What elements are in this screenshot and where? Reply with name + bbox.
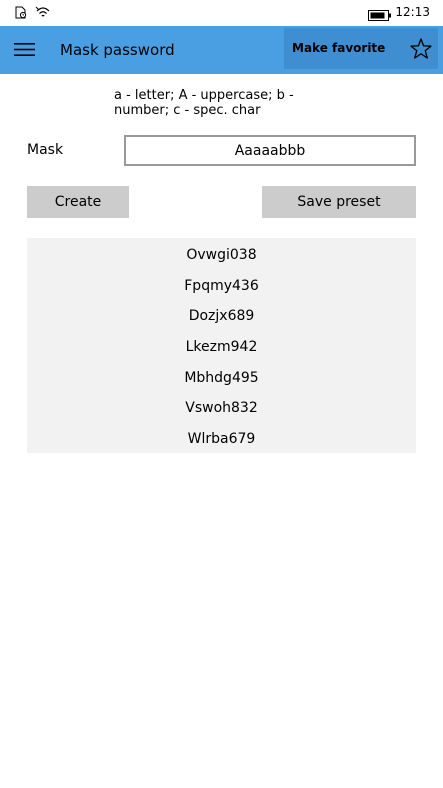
- make-favorite-label: Make favorite: [292, 41, 386, 55]
- password-list-item[interactable]: Vswoh832: [27, 393, 416, 424]
- mask-input[interactable]: [124, 135, 416, 166]
- save-preset-button[interactable]: Save preset: [262, 186, 416, 218]
- password-list-item[interactable]: Lkezm942: [27, 332, 416, 363]
- create-button[interactable]: Create: [27, 186, 129, 218]
- hamburger-menu-icon[interactable]: [14, 42, 35, 61]
- star-outline-icon: [410, 38, 432, 63]
- missed-call-icon: [14, 5, 28, 24]
- password-list-item[interactable]: Wlrba679: [27, 424, 416, 455]
- mask-hint-text: a - letter; A - uppercase; b - number; c…: [114, 88, 294, 118]
- password-results-list: Ovwgi038 Fpqmy436 Dozjx689 Lkezm942 Mbhd…: [27, 238, 416, 453]
- app-bar: Mask password Make favorite: [0, 26, 443, 74]
- password-list-item[interactable]: Mbhdg495: [27, 363, 416, 394]
- status-time: 12:13: [395, 5, 430, 19]
- password-list-item[interactable]: Ovwgi038: [27, 240, 416, 271]
- make-favorite-button[interactable]: Make favorite: [284, 28, 438, 69]
- mask-label: Mask: [27, 142, 64, 158]
- status-bar: 12:13: [0, 0, 443, 26]
- battery-icon: [368, 7, 392, 26]
- page-title: Mask password: [60, 41, 175, 59]
- password-list-item[interactable]: Fpqmy436: [27, 271, 416, 302]
- password-list-item[interactable]: Dozjx689: [27, 301, 416, 332]
- wifi-icon: [35, 5, 51, 24]
